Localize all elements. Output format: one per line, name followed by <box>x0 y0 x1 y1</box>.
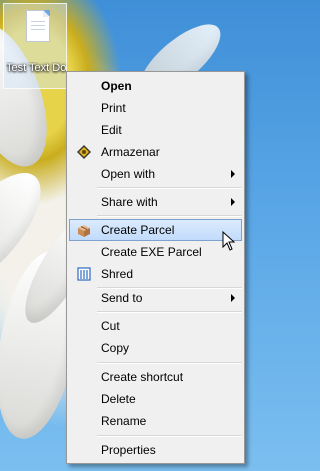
desktop-file-icon[interactable]: Test Text Document.txt <box>3 3 67 89</box>
menu-item-label: Shred <box>101 267 134 281</box>
context-menu: Open Print Edit Armazenar Open with Shar… <box>66 71 245 464</box>
separator <box>97 187 242 189</box>
menu-item-create-exe-parcel[interactable]: Create EXE Parcel <box>69 241 242 263</box>
menu-item-label: Delete <box>101 392 136 406</box>
shred-icon <box>76 266 92 282</box>
parcel-icon <box>76 222 92 238</box>
text-document-icon <box>26 10 50 42</box>
menu-item-label: Edit <box>101 123 122 137</box>
menu-item-label: Open <box>101 79 132 93</box>
menu-item-label: Send to <box>101 291 143 305</box>
separator <box>97 215 242 217</box>
separator <box>97 311 242 313</box>
menu-item-label: Print <box>101 101 126 115</box>
menu-item-rename[interactable]: Rename <box>69 410 242 432</box>
menu-item-label: Create shortcut <box>101 370 184 384</box>
menu-item-open[interactable]: Open <box>69 75 242 97</box>
submenu-arrow-icon <box>231 294 235 302</box>
menu-item-create-shortcut[interactable]: Create shortcut <box>69 366 242 388</box>
menu-item-cut[interactable]: Cut <box>69 315 242 337</box>
menu-item-open-with[interactable]: Open with <box>69 163 242 185</box>
menu-item-send-to[interactable]: Send to <box>69 287 242 309</box>
menu-item-label: Create EXE Parcel <box>101 245 202 259</box>
submenu-arrow-icon <box>231 198 235 206</box>
armazenar-icon <box>76 144 92 160</box>
desktop-icon-label: Test Text Document.txt <box>6 62 66 74</box>
menu-item-armazenar[interactable]: Armazenar <box>69 141 242 163</box>
menu-item-share-with[interactable]: Share with <box>69 191 242 213</box>
menu-item-label: Create Parcel <box>101 223 175 237</box>
menu-item-copy[interactable]: Copy <box>69 337 242 359</box>
menu-item-label: Armazenar <box>101 145 160 159</box>
menu-item-label: Share with <box>101 195 158 209</box>
separator <box>97 362 242 364</box>
menu-item-shred[interactable]: Shred <box>69 263 242 285</box>
menu-item-label: Copy <box>101 341 130 355</box>
menu-item-label: Cut <box>101 319 120 333</box>
menu-item-delete[interactable]: Delete <box>69 388 242 410</box>
menu-item-create-parcel[interactable]: Create Parcel <box>69 219 242 241</box>
menu-item-label: Rename <box>101 414 147 428</box>
menu-item-label: Properties <box>101 443 156 457</box>
separator <box>97 435 242 437</box>
menu-item-label: Open with <box>101 167 156 181</box>
menu-item-print[interactable]: Print <box>69 97 242 119</box>
menu-item-edit[interactable]: Edit <box>69 119 242 141</box>
menu-item-properties[interactable]: Properties <box>69 439 242 461</box>
submenu-arrow-icon <box>231 170 235 178</box>
mouse-pointer-icon <box>222 230 236 256</box>
